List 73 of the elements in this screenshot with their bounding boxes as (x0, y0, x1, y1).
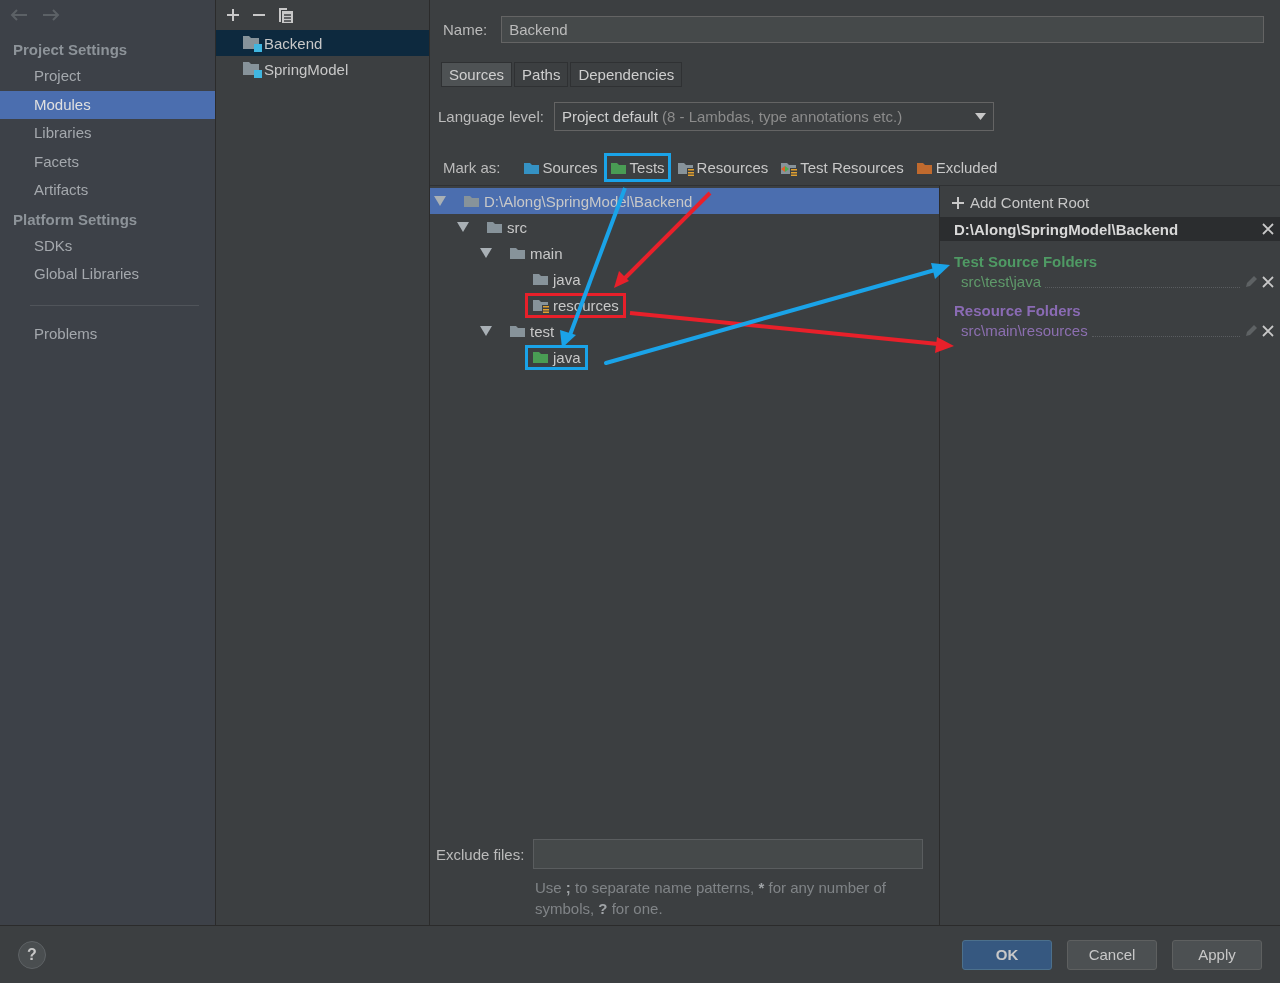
folder-label: src (507, 218, 527, 236)
folder-group-title: Resource Folders (953, 301, 1082, 321)
mark-as-option[interactable]: Excluded (909, 153, 1004, 182)
close-icon[interactable] (1262, 275, 1274, 288)
module-item[interactable]: SpringModel (216, 56, 429, 82)
dialog-button[interactable]: OK (962, 939, 1052, 970)
folder-icon (486, 219, 504, 235)
content-root-path: D:\Along\SpringModel\Backend (954, 220, 1179, 238)
exclude-files-field[interactable] (533, 839, 924, 869)
sidebar-item[interactable]: Project (0, 62, 215, 91)
mark-as-option[interactable]: Sources (516, 153, 604, 182)
tree-node[interactable]: java (525, 344, 588, 370)
folder-path: src\test\java (961, 273, 1042, 290)
sidebar-item[interactable]: Artifacts (0, 176, 215, 205)
folder-icon (532, 297, 550, 313)
mark-as-option[interactable]: Tests (603, 153, 671, 182)
folder-icon (509, 323, 527, 339)
sidebar-item[interactable]: Modules (0, 90, 215, 119)
tree-row[interactable]: src (430, 214, 939, 240)
dialog-button[interactable]: Cancel (1067, 939, 1157, 970)
field-label: Name: (443, 21, 488, 38)
field-label: Mark as: (443, 159, 501, 176)
folder-label: main (530, 244, 563, 262)
tree-row[interactable]: java (430, 266, 939, 292)
sidebar-item[interactable]: Facets (0, 147, 215, 176)
add-content-root-link[interactable]: Add Content Root (940, 186, 1280, 217)
tree-node[interactable]: test (502, 318, 562, 344)
help-button[interactable]: ? (18, 940, 46, 969)
expanded-arrow-icon[interactable] (457, 221, 469, 233)
hint-text: Use ; to separate name patterns, * for any number of symbols, ? for one. (535, 878, 888, 919)
mark-as-option[interactable]: Test Resources (774, 153, 910, 182)
sidebar-item[interactable]: Problems (0, 319, 215, 348)
folder-group-title: Test Source Folders (953, 252, 1099, 272)
tab[interactable]: Paths (514, 62, 569, 87)
folder-label: test (530, 322, 555, 340)
tree-node[interactable]: src (479, 214, 534, 240)
mark-as-option[interactable]: Resources (670, 153, 775, 182)
folder-icon (532, 349, 550, 365)
module-item[interactable]: Backend (216, 30, 429, 56)
folder-label: java (553, 348, 581, 366)
dialog-button[interactable]: Apply (1172, 939, 1262, 970)
name-field[interactable]: Backend (501, 16, 1264, 43)
sidebar-item[interactable]: Libraries (0, 119, 215, 148)
expanded-arrow-icon[interactable] (480, 247, 492, 259)
tree-node[interactable]: java (525, 266, 588, 292)
section-heading: Project Settings (12, 40, 129, 60)
tree-node[interactable]: main (502, 240, 570, 266)
module-folder-icon (242, 60, 262, 78)
module-folder-icon (242, 34, 262, 52)
tree-row[interactable]: main (430, 240, 939, 266)
expanded-arrow-icon[interactable] (480, 325, 492, 337)
copy-icon[interactable] (278, 6, 294, 24)
close-icon[interactable] (1262, 324, 1274, 337)
field-label: Language level: (438, 108, 544, 125)
tab[interactable]: Dependencies (570, 62, 683, 87)
tree-row[interactable]: java (430, 344, 939, 370)
sidebar-item[interactable]: SDKs (0, 231, 215, 260)
close-icon[interactable] (1262, 223, 1274, 235)
folder-path: src\main\resources (961, 322, 1088, 339)
folder-icon (532, 271, 550, 287)
field-label: Exclude files: (436, 845, 525, 863)
language-level-dropdown[interactable]: Project default (8 - Lambdas, type annotations etc.) (553, 102, 994, 131)
folder-icon (463, 193, 481, 209)
folder-label: D:\Along\SpringModel\Backend (484, 192, 693, 210)
section-heading: Platform Settings (12, 209, 139, 230)
folder-label: java (553, 270, 581, 288)
add-icon (952, 196, 964, 209)
sidebar-item[interactable]: Global Libraries (0, 260, 215, 289)
tree-row[interactable]: test (430, 318, 939, 344)
folder-icon (509, 245, 527, 261)
add-icon[interactable] (226, 8, 240, 22)
tab[interactable]: Sources (441, 62, 513, 87)
dropdown-caret-icon (974, 113, 986, 120)
